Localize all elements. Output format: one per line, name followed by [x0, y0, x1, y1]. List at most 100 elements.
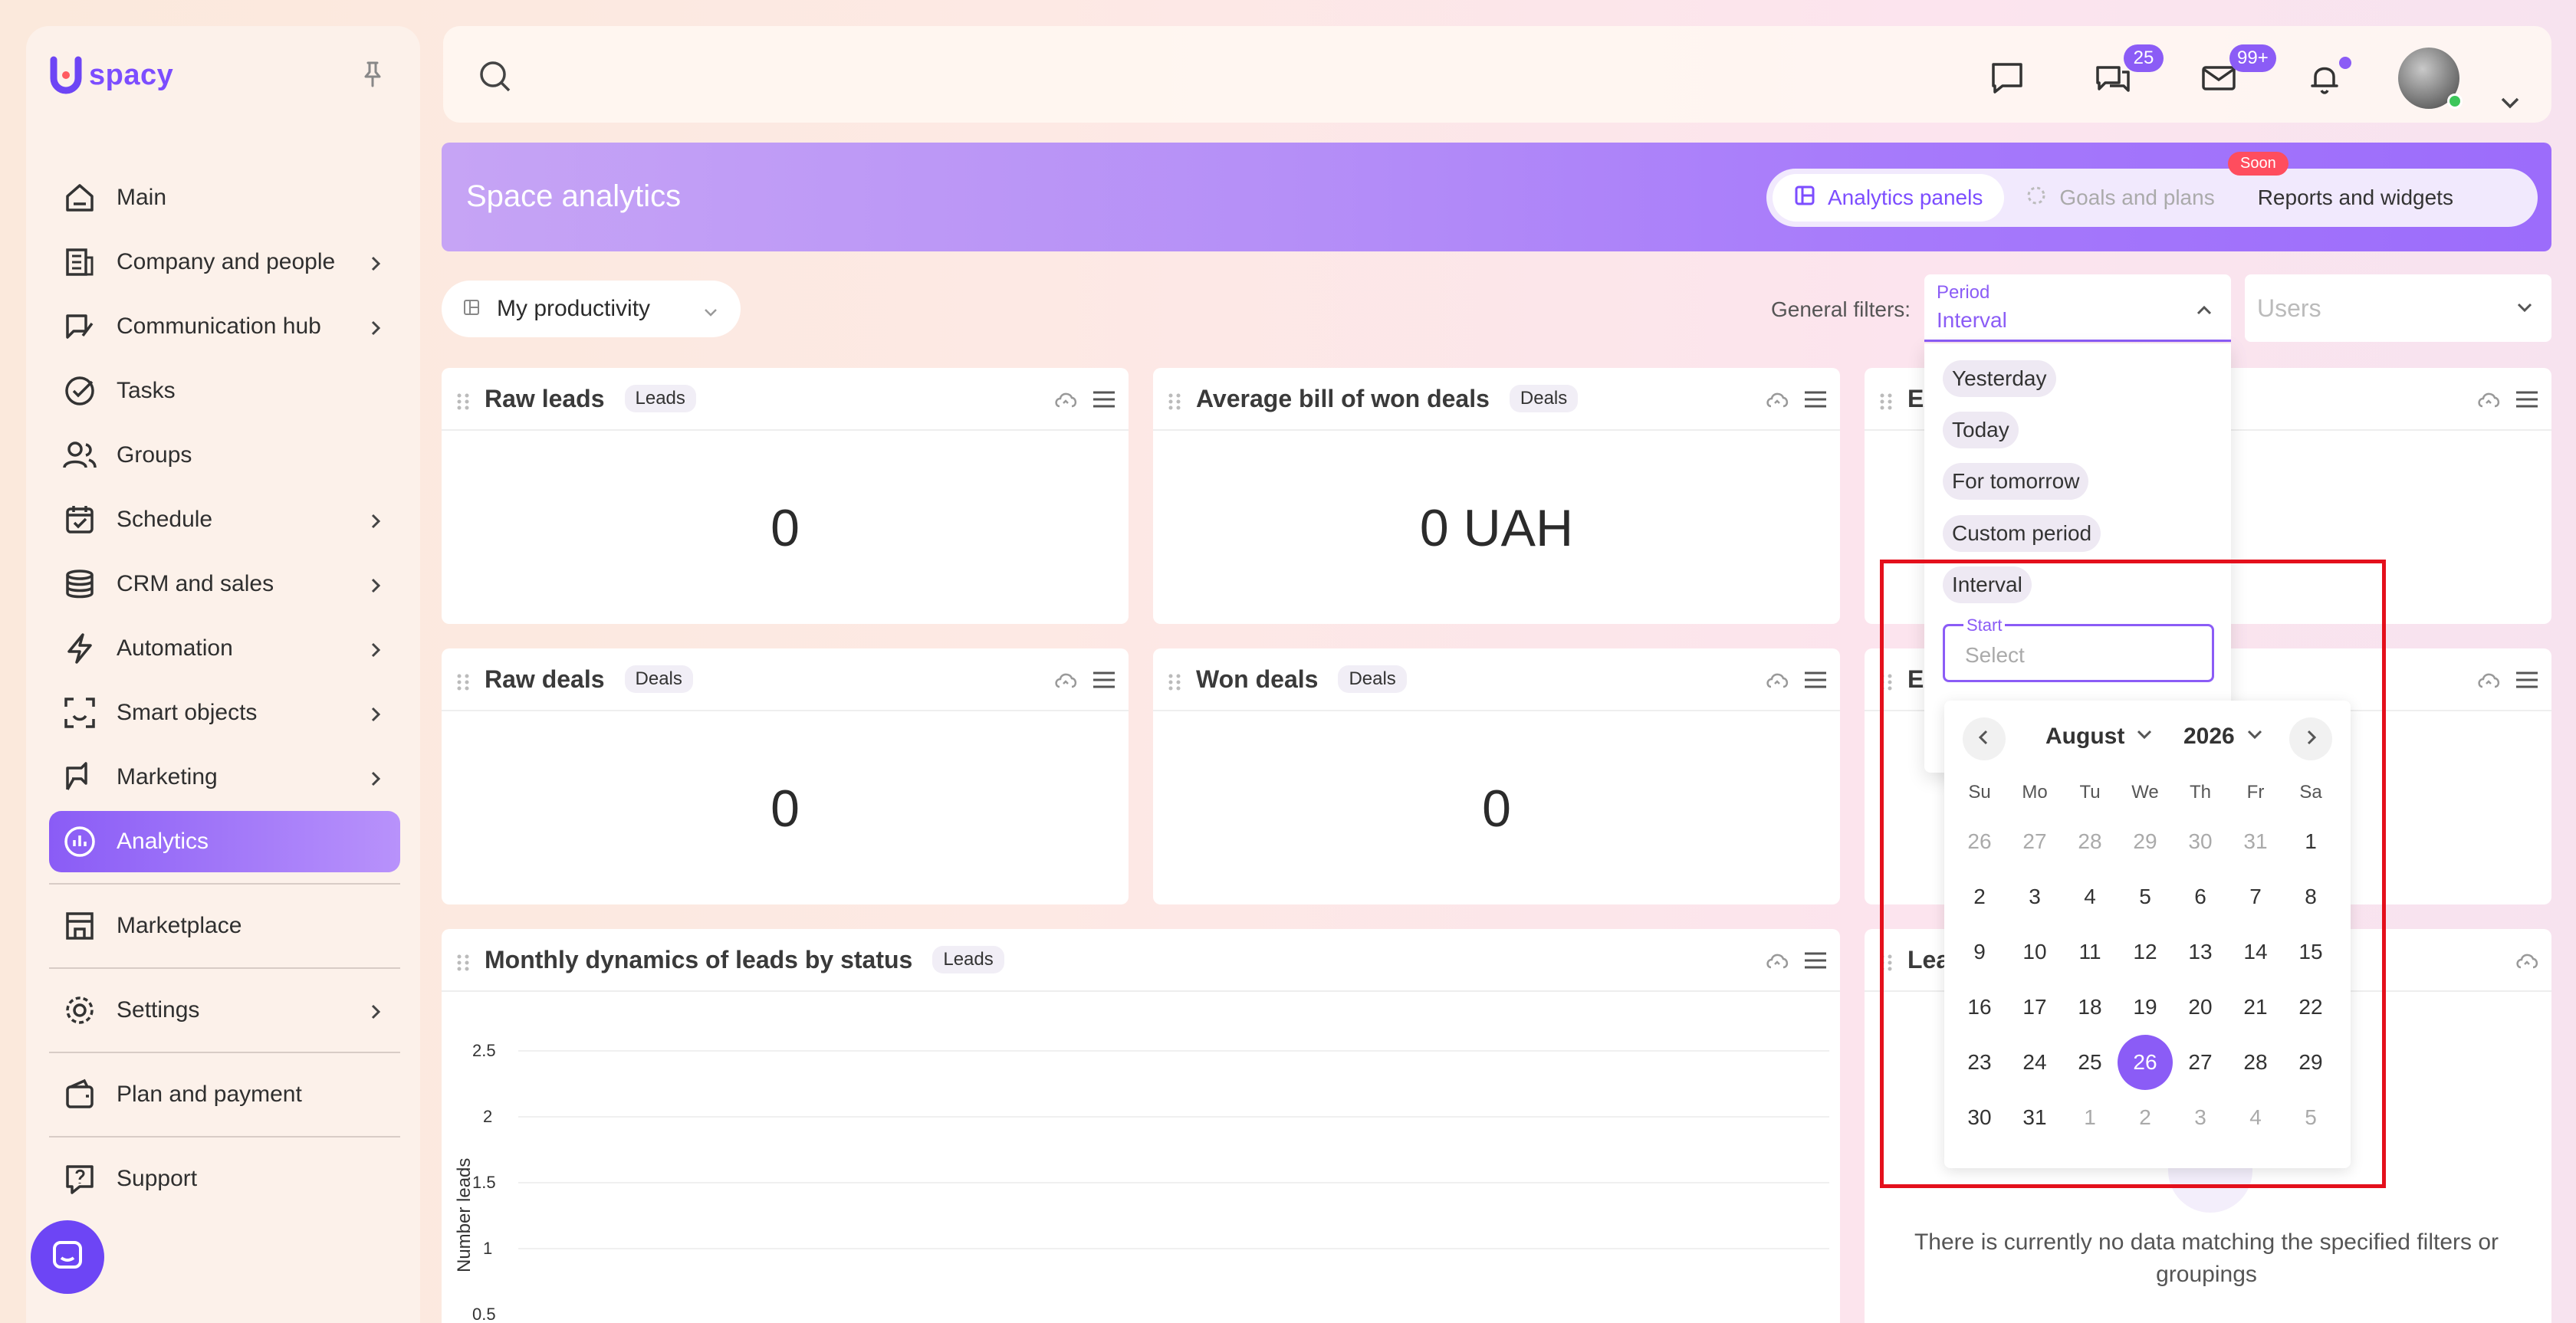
- sidebar-item-marketing[interactable]: Marketing: [49, 747, 400, 808]
- cloud-sync-icon[interactable]: [2515, 950, 2539, 974]
- chevron-right-icon: [366, 768, 385, 786]
- app-logo[interactable]: spacy: [49, 55, 173, 95]
- bell-icon[interactable]: [2305, 58, 2344, 98]
- chevron-right-icon: [366, 510, 385, 529]
- search-icon[interactable]: [477, 58, 514, 95]
- pin-icon[interactable]: [357, 58, 388, 89]
- menu-icon[interactable]: [1803, 389, 1828, 413]
- period-option-yesterday[interactable]: Yesterday: [1943, 360, 2056, 397]
- dashboard-select[interactable]: My productivity: [442, 281, 741, 337]
- widget-value: 0: [770, 499, 800, 557]
- menu-icon[interactable]: [1092, 389, 1116, 413]
- sidebar-item-label: Support: [117, 1166, 198, 1191]
- cloud-sync-icon[interactable]: [1053, 389, 1078, 413]
- sidebar-item-tasks[interactable]: Tasks: [49, 360, 400, 422]
- messages-icon[interactable]: [1987, 58, 2027, 98]
- cloud-sync-icon[interactable]: [2476, 389, 2501, 413]
- cloud-sync-icon[interactable]: [1053, 670, 1078, 694]
- sidebar-item-main[interactable]: Main: [49, 167, 400, 228]
- tab-analytics-panels[interactable]: Analytics panels: [1773, 174, 2005, 222]
- sidebar-item-groups[interactable]: Groups: [49, 425, 400, 486]
- tab-goals-and-plans[interactable]: Goals and plans: [2004, 174, 2236, 222]
- widget-tag: Leads: [932, 946, 1004, 973]
- cloud-sync-icon[interactable]: [1765, 670, 1789, 694]
- highlight-box: [1880, 560, 2386, 1188]
- chat-edit-icon: [61, 308, 98, 345]
- cloud-sync-icon[interactable]: [2476, 670, 2501, 694]
- sidebar-item-marketplace[interactable]: Marketplace: [49, 895, 400, 957]
- sidebar-item-smart-objects[interactable]: Smart objects: [49, 682, 400, 744]
- sidebar-item-communication[interactable]: Communication hub: [49, 296, 400, 357]
- users-select[interactable]: Users: [2245, 274, 2551, 342]
- sidebar-item-label: Communication hub: [117, 314, 321, 339]
- y-tick-label: 1.5: [472, 1173, 496, 1192]
- support-chat-button[interactable]: [31, 1220, 104, 1294]
- menu-icon[interactable]: [1092, 670, 1116, 694]
- sidebar-item-schedule[interactable]: Schedule: [49, 489, 400, 550]
- menu-icon[interactable]: [2515, 389, 2539, 413]
- sidebar-item-label: Settings: [117, 997, 200, 1023]
- sidebar-item-label: Marketplace: [117, 913, 242, 938]
- widget-tag: Deals: [1509, 385, 1579, 412]
- logo-text: spacy: [89, 58, 174, 91]
- period-option-today[interactable]: Today: [1943, 412, 2019, 448]
- drag-handle-icon[interactable]: [455, 954, 471, 972]
- sidebar-item-crm[interactable]: CRM and sales: [49, 553, 400, 615]
- divider: [49, 883, 400, 885]
- sidebar-item-company[interactable]: Company and people: [49, 231, 400, 293]
- gridline: [518, 1050, 1829, 1052]
- chevron-down-icon[interactable]: [2498, 90, 2522, 115]
- y-tick-label: 0.5: [472, 1305, 496, 1323]
- tab-reports-and-widgets[interactable]: Reports and widgets: [2236, 174, 2475, 222]
- soon-badge: Soon: [2228, 152, 2288, 176]
- chevron-right-icon: [366, 253, 385, 271]
- menu-icon[interactable]: [1803, 670, 1828, 694]
- widget-value: 0: [1482, 780, 1511, 838]
- y-tick-label: 1: [483, 1239, 493, 1258]
- sidebar: spacy Main Company and people Communicat…: [26, 26, 420, 1323]
- drag-handle-icon[interactable]: [1167, 392, 1182, 411]
- widget-raw-leads: Raw leads Leads 0: [442, 368, 1129, 624]
- sidebar-item-label: Schedule: [117, 507, 213, 532]
- chevron-right-icon: [366, 704, 385, 722]
- loader-icon: [2026, 185, 2059, 212]
- sidebar-item-automation[interactable]: Automation: [49, 618, 400, 679]
- sidebar-item-label: Marketing: [117, 764, 218, 790]
- sidebar-item-support[interactable]: Support: [49, 1148, 400, 1210]
- chevron-up-icon: [2194, 300, 2214, 324]
- coins-icon: [61, 566, 98, 602]
- chevron-right-icon: [366, 317, 385, 336]
- widget-tag: Deals: [1338, 665, 1407, 693]
- tab-label: Analytics panels: [1828, 185, 1983, 209]
- period-select[interactable]: Period Interval: [1924, 274, 2231, 342]
- drag-handle-icon[interactable]: [455, 673, 471, 691]
- header-tabs: Analytics panels Goals and plans Reports…: [1766, 169, 2538, 227]
- tab-label: Goals and plans: [2059, 185, 2215, 209]
- menu-icon[interactable]: [1803, 950, 1828, 974]
- cloud-sync-icon[interactable]: [1765, 950, 1789, 974]
- sidebar-item-label: Main: [117, 185, 167, 210]
- drag-handle-icon[interactable]: [1167, 673, 1182, 691]
- sidebar-item-settings[interactable]: Settings: [49, 980, 400, 1041]
- period-option-tomorrow[interactable]: For tomorrow: [1943, 463, 2089, 500]
- lightning-icon: [61, 630, 98, 667]
- drag-handle-icon[interactable]: [1878, 392, 1894, 411]
- period-option-custom[interactable]: Custom period: [1943, 515, 2101, 552]
- chevron-right-icon: [366, 575, 385, 593]
- logo-mark-icon: [49, 55, 84, 95]
- sidebar-item-label: Automation: [117, 635, 233, 661]
- widget-average-bill: Average bill of won deals Deals 0 UAH: [1153, 368, 1840, 624]
- chart-pie-icon: [61, 823, 98, 860]
- sidebar-item-plan[interactable]: Plan and payment: [49, 1064, 400, 1125]
- chevron-down-icon: [702, 300, 719, 327]
- calendar-check-icon: [61, 501, 98, 538]
- online-status-indicator: [2447, 94, 2463, 109]
- y-axis-label: Number leads: [454, 1157, 475, 1272]
- menu-icon[interactable]: [2515, 670, 2539, 694]
- cloud-sync-icon[interactable]: [1765, 389, 1789, 413]
- drag-handle-icon[interactable]: [455, 392, 471, 411]
- widget-won-deals: Won deals Deals 0: [1153, 648, 1840, 904]
- chevron-down-icon: [2515, 297, 2535, 321]
- sidebar-item-analytics[interactable]: Analytics: [49, 811, 400, 872]
- widget-value: 0: [770, 780, 800, 838]
